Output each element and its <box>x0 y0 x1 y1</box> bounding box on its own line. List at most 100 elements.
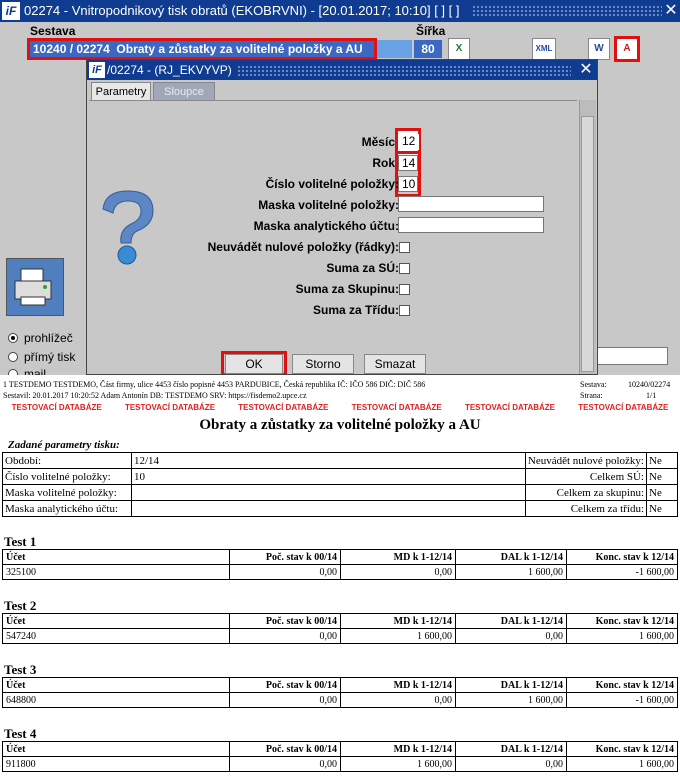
mesic-label: Měsíc: <box>361 135 399 149</box>
param-rlabel: Neuvádět nulové položky: <box>524 452 648 469</box>
sirka-label: Šířka <box>416 24 446 38</box>
maska-au-label: Maska analytického účtu: <box>253 219 399 233</box>
printer-icon[interactable] <box>6 258 64 316</box>
col-header: Konc. stav k 12/14 <box>566 549 678 565</box>
param-rvalue: Ne <box>646 452 678 469</box>
cell-start: 0,00 <box>229 564 341 580</box>
param-label: Maska analytického účtu: <box>2 500 132 517</box>
section-title: Test 1 <box>4 534 37 549</box>
cell-account: 911800 <box>2 756 230 772</box>
close-icon[interactable]: ✕ <box>663 1 679 21</box>
dialog-title-pattern <box>237 65 571 76</box>
word-export-icon[interactable]: W <box>588 38 610 60</box>
parameters-dialog: iF /02274 - (RJ_EKVYVP) ✕ Parametry Slou… <box>86 59 598 375</box>
cell-start: 0,00 <box>229 692 341 708</box>
test-db-label: TESTOVACÍ DATABÁZE <box>464 403 556 412</box>
table-row: 325100 0,00 0,00 1 600,00 -1 600,00 <box>2 564 678 580</box>
radio-primy-tisk[interactable] <box>8 352 18 362</box>
col-header: Účet <box>2 613 230 629</box>
col-header: Účet <box>2 549 230 565</box>
width-value[interactable]: 80 <box>414 40 442 58</box>
param-rlabel: Celkem za třídu: <box>524 500 648 517</box>
dialog-close-icon[interactable]: ✕ <box>577 60 595 80</box>
col-header: Konc. stav k 12/14 <box>566 677 678 693</box>
cell-end: 1 600,00 <box>566 756 678 772</box>
maska-vp-field[interactable] <box>398 196 544 212</box>
test-db-label: TESTOVACÍ DATABÁZE <box>578 403 669 412</box>
scrollbar-thumb[interactable] <box>581 116 594 372</box>
question-mark-icon <box>102 190 154 265</box>
cell-md: 0,00 <box>340 564 456 580</box>
param-label: Číslo volitelné položky: <box>2 468 132 485</box>
cell-dal: 1 600,00 <box>455 564 567 580</box>
mesic-field[interactable]: 12 <box>399 134 419 150</box>
test-db-label: TESTOVACÍ DATABÁZE <box>238 403 329 412</box>
param-rvalue: Ne <box>646 484 678 501</box>
side-input[interactable] <box>596 347 668 365</box>
cell-start: 0,00 <box>229 628 341 644</box>
test-db-label: TESTOVACÍ DATABÁZE <box>124 403 216 412</box>
radio-primy-tisk-label: přímý tisk <box>24 350 76 364</box>
section-table: Účet Poč. stav k 00/14 MD k 1-12/14 DAL … <box>2 613 678 644</box>
table-header-row: Účet Poč. stav k 00/14 MD k 1-12/14 DAL … <box>2 741 678 757</box>
cell-md: 1 600,00 <box>340 756 456 772</box>
cell-end: 1 600,00 <box>566 628 678 644</box>
maska-au-field[interactable] <box>398 217 544 233</box>
table-header-row: Účet Poč. stav k 00/14 MD k 1-12/14 DAL … <box>2 613 678 629</box>
ok-button[interactable]: OK <box>225 354 283 374</box>
suma-skupinu-checkbox[interactable] <box>399 284 410 295</box>
cell-start: 0,00 <box>229 756 341 772</box>
smazat-button[interactable]: Smazat <box>364 354 426 374</box>
col-header: Poč. stav k 00/14 <box>229 549 341 565</box>
col-header: Poč. stav k 00/14 <box>229 677 341 693</box>
tab-parametry[interactable]: Parametry <box>91 82 151 100</box>
table-row: 547240 0,00 1 600,00 0,00 1 600,00 <box>2 628 678 644</box>
cislo-vp-field[interactable]: 10 <box>398 176 418 192</box>
rok-field[interactable]: 14 <box>398 155 418 171</box>
suma-tridu-checkbox[interactable] <box>399 305 410 316</box>
neuvadet-checkbox[interactable] <box>399 242 410 253</box>
section-table: Účet Poč. stav k 00/14 MD k 1-12/14 DAL … <box>2 741 678 772</box>
window-title: 02274 - Vnitropodnikový tisk obratů (EKO… <box>24 3 460 18</box>
report-header-company: 1 TESTDEMO TESTDEMO, Část firmy, ulice 4… <box>3 380 426 389</box>
cell-md: 0,00 <box>340 692 456 708</box>
table-row: 648800 0,00 0,00 1 600,00 -1 600,00 <box>2 692 678 708</box>
cell-end: -1 600,00 <box>566 692 678 708</box>
col-header: Účet <box>2 677 230 693</box>
strana-value: 1/1 <box>646 391 657 400</box>
table-row: 911800 0,00 1 600,00 0,00 1 600,00 <box>2 756 678 772</box>
dialog-title-bar: iF /02274 - (RJ_EKVYVP) ✕ <box>87 60 597 80</box>
section-table: Účet Poč. stav k 00/14 MD k 1-12/14 DAL … <box>2 677 678 708</box>
sestava-label-report: Sestava: <box>580 380 607 389</box>
col-header: DAL k 1-12/14 <box>455 677 567 693</box>
pdf-export-icon[interactable]: A <box>614 36 640 62</box>
tab-sloupce[interactable]: Sloupce <box>153 82 215 100</box>
params-row: Období: 12/14 Neuvádět nulové položky: N… <box>2 452 678 469</box>
param-value: 12/14 <box>131 452 526 469</box>
report-header-author: Sestavil: 20.01.2017 10:20:52 Adam Anton… <box>3 391 307 400</box>
radio-prohlizec-label: prohlížeč <box>24 331 73 345</box>
cell-account: 547240 <box>2 628 230 644</box>
radio-prohlizec[interactable] <box>8 333 18 343</box>
radio-mail-label: mail <box>24 367 47 375</box>
col-header: Účet <box>2 741 230 757</box>
col-header: DAL k 1-12/14 <box>455 613 567 629</box>
suma-su-label: Suma za SÚ: <box>326 261 399 275</box>
cell-dal: 0,00 <box>455 756 567 772</box>
rok-label: Rok: <box>372 156 399 170</box>
section-title: Test 2 <box>4 598 37 613</box>
params-row: Maska volitelné položky: Celkem za skupi… <box>2 484 678 501</box>
params-table: Období: 12/14 Neuvádět nulové položky: N… <box>2 452 678 517</box>
dialog-logo-icon: iF <box>89 62 105 78</box>
cell-end: -1 600,00 <box>566 564 678 580</box>
test-db-label: TESTOVACÍ DATABÁZE <box>351 403 442 412</box>
storno-button[interactable]: Storno <box>292 354 354 374</box>
col-header: MD k 1-12/14 <box>340 549 456 565</box>
test-database-banner: TESTOVACÍ DATABÁZE TESTOVACÍ DATABÁZE TE… <box>0 403 680 412</box>
table-header-row: Účet Poč. stav k 00/14 MD k 1-12/14 DAL … <box>2 677 678 693</box>
suma-su-checkbox[interactable] <box>399 263 410 274</box>
param-value: 10 <box>131 468 526 485</box>
excel-export-icon[interactable]: X <box>448 38 470 60</box>
vertical-scrollbar[interactable] <box>579 100 596 374</box>
section-title: Test 3 <box>4 662 37 677</box>
